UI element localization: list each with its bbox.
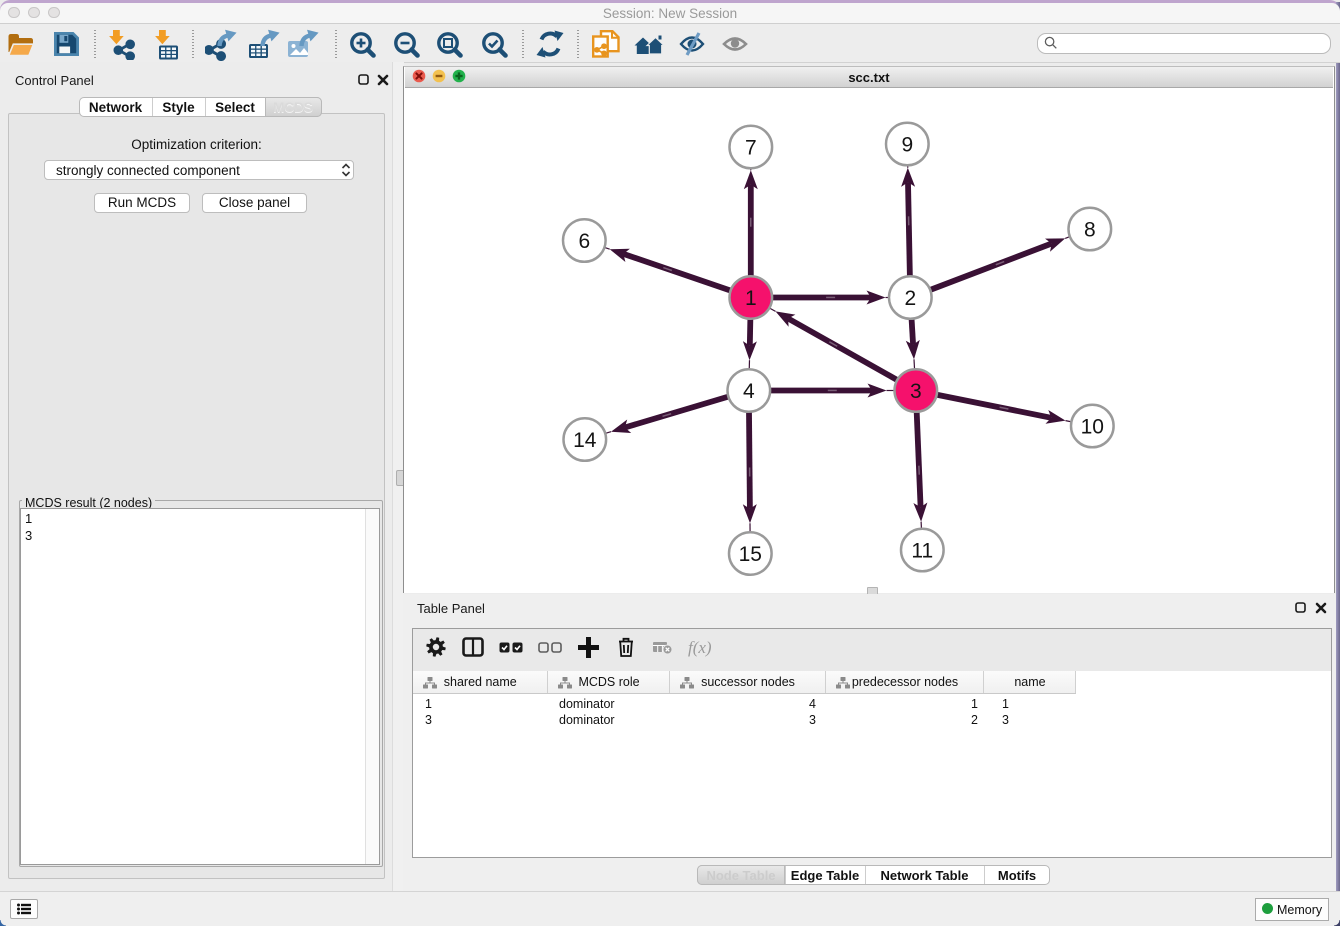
svg-text:3: 3 xyxy=(910,379,922,402)
svg-text:6: 6 xyxy=(578,229,590,252)
svg-text:14: 14 xyxy=(573,428,597,451)
svg-text:4: 4 xyxy=(743,379,755,402)
svg-text:15: 15 xyxy=(738,542,761,565)
svg-text:11: 11 xyxy=(911,539,933,562)
svg-text:1: 1 xyxy=(745,286,757,309)
svg-text:10: 10 xyxy=(1080,415,1103,438)
svg-text:9: 9 xyxy=(901,133,913,156)
svg-text:7: 7 xyxy=(745,136,757,159)
svg-text:2: 2 xyxy=(904,286,916,309)
svg-text:8: 8 xyxy=(1084,218,1096,241)
